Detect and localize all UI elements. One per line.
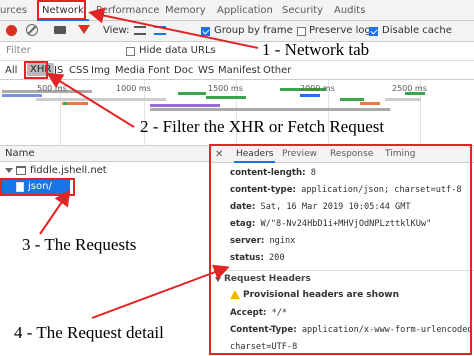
annotation-4: 4 - The Request detail (14, 323, 164, 342)
arrow-to-network-tab (88, 7, 259, 49)
arrow-to-request-detail (91, 264, 230, 319)
annotation-1: 1 - Network tab (262, 40, 370, 59)
annotation-2: 2 - Filter the XHR or Fetch Request (140, 117, 385, 136)
annotation-arrows (39, 7, 259, 319)
arrow-to-xhr-filter (46, 72, 135, 128)
annotation-3: 3 - The Requests (22, 235, 137, 254)
arrow-to-requests (39, 189, 71, 235)
